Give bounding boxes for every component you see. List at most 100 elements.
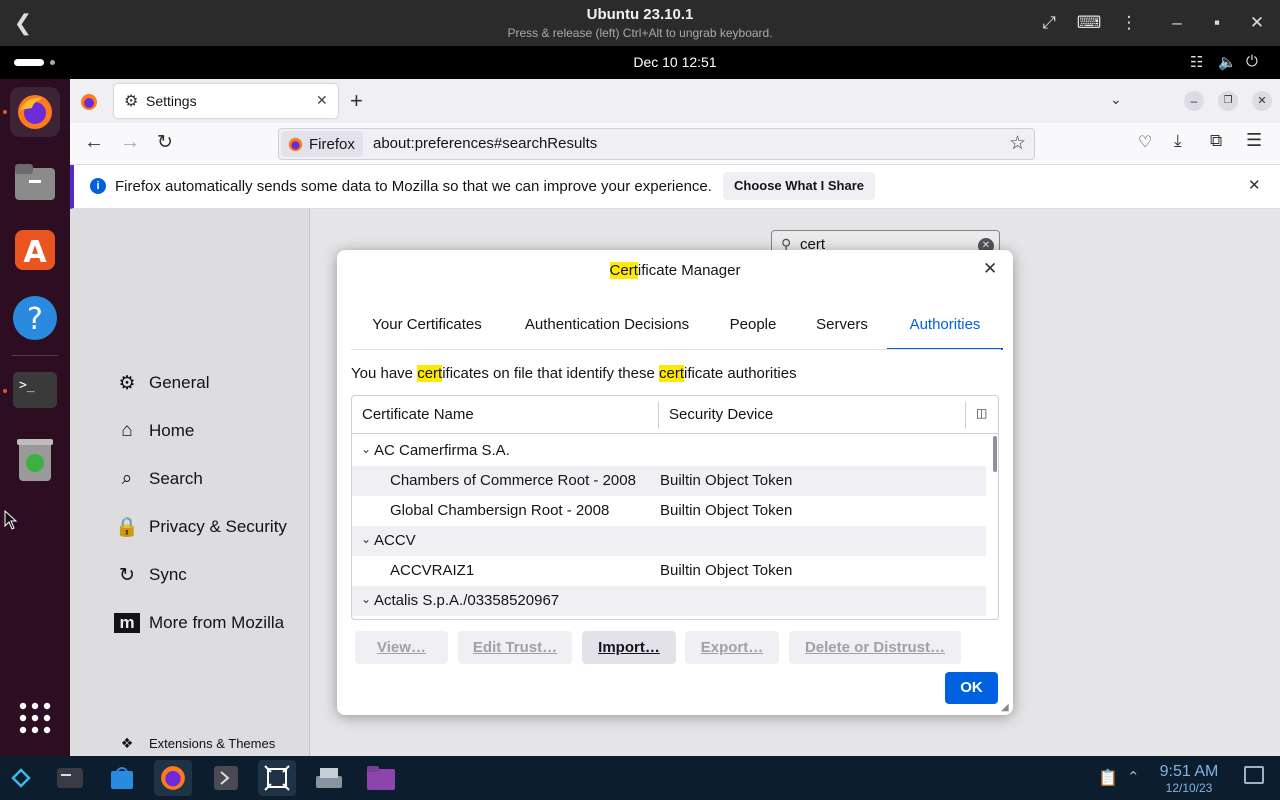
files-icon[interactable] (10, 157, 60, 207)
show-apps-icon[interactable] (18, 701, 52, 740)
host-taskbar: 📋 ⌃ 9:51 AM 12/10/23 (0, 756, 1280, 800)
cert-name: ACCVRAIZ1 (390, 562, 475, 579)
cert-name: Chambers of Commerce Root - 2008 (390, 472, 636, 489)
edit-trust-button[interactable]: Edit Trust… (458, 631, 572, 664)
volume-muted-icon[interactable]: 🔈 (1218, 53, 1237, 71)
view-button[interactable]: View… (355, 631, 448, 664)
keyboard-icon[interactable]: ⌨ (1069, 3, 1109, 43)
tab-people[interactable]: People (719, 316, 787, 350)
firefox-icon[interactable] (10, 87, 60, 137)
vm-toolbar: ❮ Ubuntu 23.10.1 Press & release (left) … (0, 0, 1280, 46)
tab-authorities[interactable]: Authorities (887, 316, 1003, 350)
list-all-tabs-icon[interactable]: ⌄ (1110, 91, 1122, 108)
restore-window-icon[interactable]: ❐ (1218, 91, 1238, 111)
tree-group-row[interactable]: ⌄ Actalis S.p.A./03358520967 (352, 586, 986, 616)
tab-authentication-decisions[interactable]: Authentication Decisions (515, 316, 699, 350)
choose-what-i-share-button[interactable]: Choose What I Share (723, 172, 875, 200)
dock-separator (12, 355, 58, 356)
running-indicator (3, 389, 7, 393)
firefox-view-icon[interactable] (80, 93, 98, 116)
authorities-description: You have certificates on file that ident… (351, 365, 797, 382)
extensions-icon[interactable]: ⧉ (1210, 131, 1222, 151)
vm-window-icon[interactable] (258, 760, 296, 796)
taskbar-console-icon[interactable] (207, 760, 245, 796)
certificate-manager-dialog: Certificate Manager ✕ Your Certificates … (337, 250, 1013, 715)
cert-name: Global Chambersign Root - 2008 (390, 502, 610, 519)
tab-servers[interactable]: Servers (807, 316, 877, 350)
pocket-icon[interactable]: ♡ (1138, 132, 1152, 152)
help-icon[interactable]: ? (10, 293, 60, 343)
cert-name: Actalis S.p.A./03358520967 (374, 592, 560, 609)
column-divider (965, 402, 966, 428)
back-icon[interactable]: ← (84, 131, 104, 154)
taskbar-terminal-icon[interactable] (51, 760, 89, 796)
tray-expand-icon[interactable]: ⌃ (1127, 768, 1140, 786)
app-menu-icon[interactable]: ☰ (1246, 130, 1262, 151)
delete-or-distrust-button[interactable]: Delete or Distrust… (789, 631, 961, 664)
chevron-down-icon[interactable]: ⌄ (361, 592, 371, 606)
mouse-cursor-icon (4, 509, 18, 535)
clipboard-icon[interactable]: 📋 (1098, 768, 1118, 788)
title-highlight: Cert (609, 262, 638, 279)
tree-cert-row[interactable]: ACCVRAIZ1 Builtin Object Token (352, 556, 986, 586)
tab-close-icon[interactable]: ✕ (316, 92, 328, 109)
show-desktop-icon[interactable] (1244, 766, 1264, 784)
ok-button[interactable]: OK (945, 672, 998, 704)
chevron-down-icon[interactable]: ⌄ (361, 442, 371, 456)
url-bar[interactable]: Firefox about:preferences#searchResults … (278, 128, 1035, 160)
notification-close-icon[interactable]: ✕ (1248, 176, 1261, 194)
gear-icon: ⚙ (124, 93, 139, 110)
security-device: Builtin Object Token (660, 502, 793, 519)
bookmark-star-icon[interactable]: ☆ (1009, 132, 1026, 155)
launcher-icon[interactable] (2, 760, 40, 796)
identity-box[interactable]: Firefox (281, 131, 363, 157)
taskbar-date[interactable]: 12/10/23 (1150, 781, 1228, 795)
new-tab-icon[interactable]: + (350, 88, 363, 114)
file-manager-icon[interactable] (362, 760, 400, 796)
tree-cert-row[interactable]: Chambers of Commerce Root - 2008 Builtin … (352, 466, 986, 496)
app-center-icon[interactable]: A (10, 225, 60, 275)
tabs-divider (351, 349, 1001, 350)
close-window-icon[interactable]: ✕ (1252, 91, 1272, 111)
nav-bar: ← → ↻ Firefox about:preferences#searchRe… (70, 123, 1280, 165)
tab-settings[interactable]: ⚙ Settings ✕ (114, 84, 338, 118)
minimize-icon[interactable]: – (1157, 3, 1197, 43)
cert-name: AC Camerfirma S.A. (374, 442, 510, 459)
tree-cert-row[interactable]: Global Chambersign Root - 2008 Builtin Ob… (352, 496, 986, 526)
dialog-close-icon[interactable]: ✕ (983, 259, 997, 279)
reload-icon[interactable]: ↻ (157, 131, 173, 154)
column-divider[interactable] (658, 402, 659, 428)
network-icon[interactable]: ☷ (1190, 53, 1203, 71)
certificate-tree[interactable]: Certificate Name Security Device ◫ ⌄ AC C… (351, 395, 999, 620)
maximize-icon[interactable]: ▪ (1197, 3, 1237, 43)
column-security-device[interactable]: Security Device (669, 406, 773, 423)
tree-group-row[interactable]: ⌄ AC Camerfirma S.A. (352, 436, 986, 466)
kebab-menu-icon[interactable]: ⋮ (1109, 3, 1149, 43)
export-button[interactable]: Export… (685, 631, 779, 664)
column-certificate-name[interactable]: Certificate Name (362, 406, 474, 423)
tree-group-row[interactable]: ⌄ ACCV (352, 526, 986, 556)
column-picker-icon[interactable]: ◫ (976, 406, 987, 420)
resize-grip-icon[interactable]: ◢ (1001, 702, 1009, 713)
minimize-window-icon[interactable]: – (1184, 91, 1204, 111)
security-device: Builtin Object Token (660, 562, 793, 579)
taskbar-firefox-icon[interactable] (154, 760, 192, 796)
close-icon[interactable]: ✕ (1237, 3, 1277, 43)
dialog-title: Certificate Manager (337, 262, 1013, 279)
terminal-icon[interactable]: >_ (10, 365, 60, 415)
downloads-icon[interactable]: ⤓ (1174, 131, 1182, 151)
chevron-down-icon[interactable]: ⌄ (361, 532, 371, 546)
tab-title: Settings (146, 93, 197, 109)
fullscreen-icon[interactable]: ⤢ (1029, 3, 1069, 43)
power-icon[interactable]: ⏻ (1246, 53, 1258, 70)
panel-clock[interactable]: Dec 10 12:51 (0, 54, 1280, 70)
store-icon[interactable] (103, 760, 141, 796)
tree-scrollbar-thumb[interactable] (993, 436, 997, 472)
taskbar-time[interactable]: 9:51 AM (1150, 763, 1228, 781)
url-text[interactable]: about:preferences#searchResults (373, 135, 597, 152)
import-button[interactable]: Import… (582, 631, 676, 664)
tab-your-certificates[interactable]: Your Certificates (359, 316, 495, 350)
trash-icon[interactable] (10, 435, 60, 485)
scanner-icon[interactable] (310, 760, 348, 796)
forward-icon[interactable]: → (120, 131, 140, 154)
